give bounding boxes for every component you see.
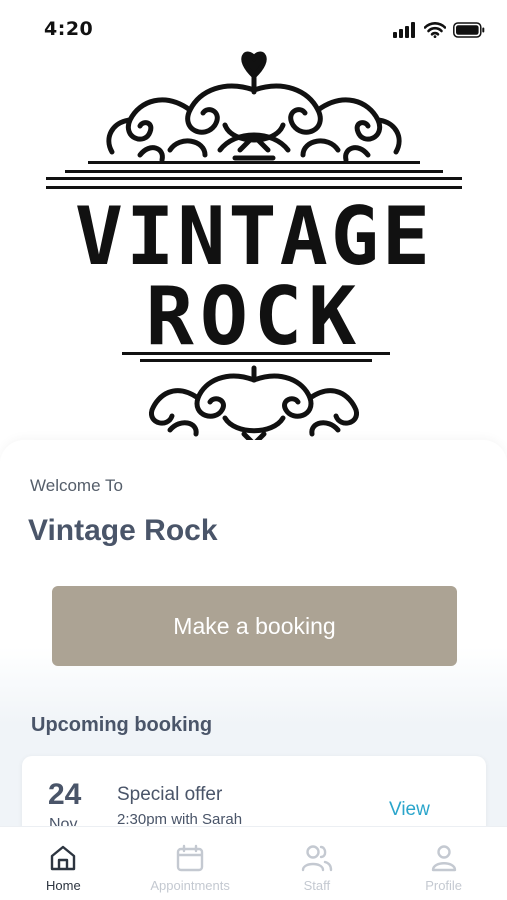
tab-appointments[interactable]: Appointments — [127, 827, 254, 900]
upcoming-booking-heading: Upcoming booking — [31, 714, 213, 736]
welcome-label: Welcome To — [30, 476, 123, 495]
make-booking-button[interactable]: Make a booking — [52, 586, 457, 666]
booking-title: Special offer — [117, 784, 223, 805]
brand-logo: VINTAGE ROCK — [0, 50, 507, 445]
status-icons — [393, 22, 485, 38]
tab-profile[interactable]: Profile — [380, 827, 507, 900]
top-ornament — [106, 51, 402, 163]
battery-icon — [453, 22, 485, 38]
view-booking-link[interactable]: View — [389, 799, 430, 821]
home-icon — [51, 845, 76, 871]
status-time: 4:20 — [44, 18, 94, 40]
tab-appointments-label: Appointments — [150, 878, 230, 893]
booking-date-day: 24 — [48, 778, 82, 811]
wifi-icon — [424, 22, 446, 38]
business-name-title: Vintage Rock — [28, 514, 218, 547]
tab-staff-label: Staff — [303, 878, 331, 893]
user-icon — [431, 845, 456, 872]
tab-home[interactable]: Home — [0, 827, 127, 900]
tab-home-label: Home — [46, 878, 81, 893]
logo-line-2: ROCK — [146, 270, 363, 363]
signal-icon — [393, 22, 415, 38]
bottom-tab-bar: Home Appointments Staff Profile — [0, 826, 507, 900]
users-icon — [301, 845, 333, 872]
tab-profile-label: Profile — [425, 878, 463, 893]
calendar-icon — [176, 844, 204, 872]
bottom-ornament — [149, 365, 359, 445]
tab-staff[interactable]: Staff — [254, 827, 381, 900]
